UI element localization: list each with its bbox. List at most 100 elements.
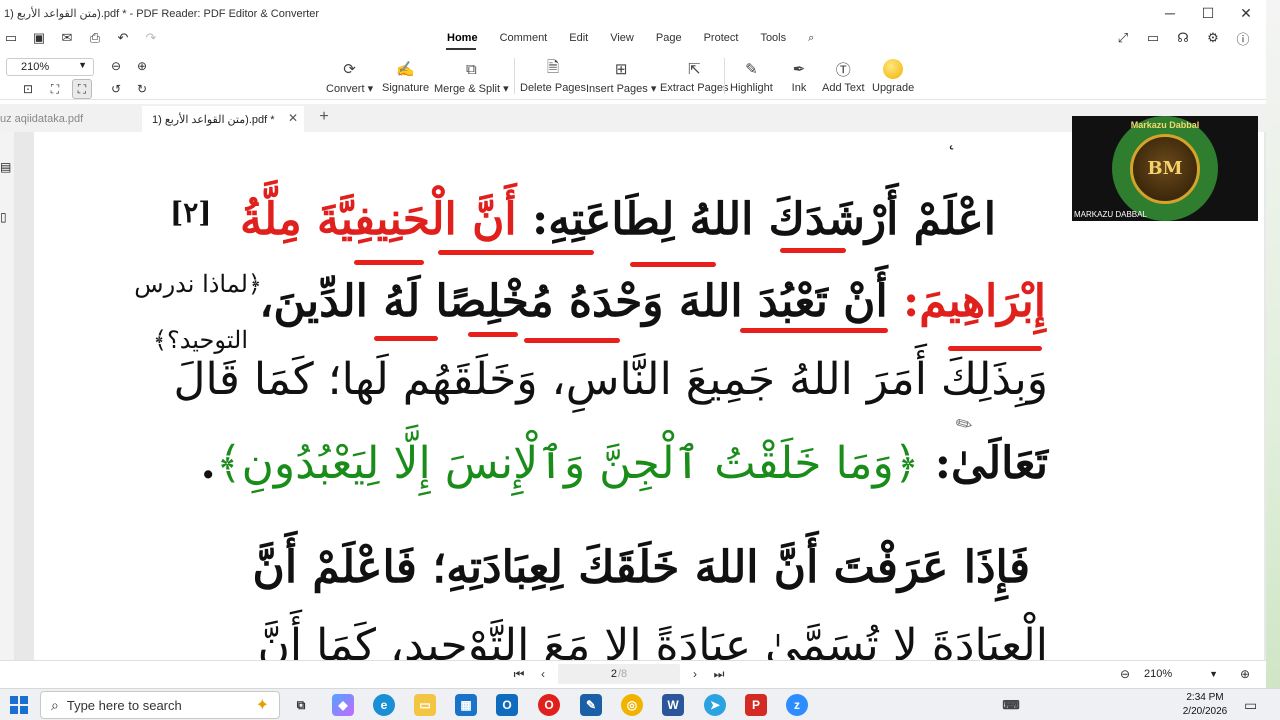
prev-page-icon[interactable]: ‹ (534, 665, 552, 683)
last-page-icon[interactable]: ⏭ (710, 665, 728, 683)
settings-icon[interactable]: ⚙ (1202, 27, 1224, 49)
pen-app-icon[interactable]: ✎ (580, 694, 602, 716)
page-number-field[interactable]: 2/8 (558, 664, 680, 684)
maximize-button[interactable]: ☐ (1188, 0, 1228, 26)
clock-time: 2:34 PM (1186, 692, 1224, 703)
rotate-left-icon[interactable]: ↺ (106, 79, 126, 99)
zoom-out-icon[interactable]: ⊖ (1116, 665, 1134, 683)
line2-black: أَنْ تَعْبُدَ اللهَ وَحْدَهُ مُخْلِصًا ل… (259, 276, 888, 327)
fit-width-icon[interactable]: ⛶ (72, 79, 92, 99)
signature-button[interactable]: ✍ Signature (382, 58, 429, 98)
highlighter-icon: ✎ (745, 61, 758, 78)
redo-icon[interactable]: ↷ (140, 27, 162, 49)
outlook-icon[interactable]: O (496, 694, 518, 716)
opera-icon[interactable]: O (538, 694, 560, 716)
tab-view[interactable]: View (599, 26, 645, 50)
tab-page[interactable]: Page (645, 26, 693, 50)
keyboard-icon[interactable]: ⌨ (1000, 694, 1022, 716)
minimize-button[interactable]: ─ (1150, 0, 1190, 26)
zoom-out-icon[interactable]: ⊖ (106, 56, 126, 76)
side-panel: ▤ ▯ (0, 132, 14, 660)
fullscreen-icon[interactable]: ⤢ (1112, 27, 1134, 49)
line4-end: . (200, 438, 216, 489)
zoom-value-bottom: 210% (1144, 668, 1173, 680)
chevron-down-icon: ▼ (1209, 669, 1218, 679)
document-tab-inactive[interactable]: uz aqiidataka.pdf (0, 106, 140, 132)
underline-mark (630, 262, 716, 267)
windows-taskbar: ⌕ Type here to search ✦ ⧉ ◆ e ▭ ▦ O O ✎ … (0, 688, 1280, 720)
actual-size-icon[interactable]: ⊡ (18, 79, 38, 99)
windows-start-icon[interactable] (10, 696, 28, 714)
search-icon[interactable]: ⌕ (797, 26, 825, 50)
tab-tools[interactable]: Tools (749, 26, 797, 50)
next-page-icon[interactable]: › (686, 665, 704, 683)
save-icon[interactable]: ▣ (28, 27, 50, 49)
side-note-line1: ﴿لماذا ندرس (134, 270, 262, 298)
document-tab-active[interactable]: 1) متن القواعد الأربع).pdf * ✕ (142, 106, 304, 132)
desktop-edge (1266, 0, 1280, 688)
merge-split-button[interactable]: ⧉ Merge & Split ▾ (434, 58, 509, 98)
tab-edit[interactable]: Edit (558, 26, 599, 50)
pdf-reader-icon[interactable]: P (745, 694, 767, 716)
coin-icon (883, 59, 904, 79)
sparkle-icon: ✦ (255, 697, 269, 714)
convert-button[interactable]: ⟳ Convert ▾ (326, 58, 373, 98)
insert-pages-button[interactable]: ⊞ Insert Pages ▾ (586, 58, 656, 98)
tab-home[interactable]: Home (436, 26, 489, 50)
upgrade-button[interactable]: Upgrade (872, 58, 914, 98)
zoom-app-icon[interactable]: z (786, 694, 808, 716)
line1-black: اعْلَمْ أَرْشَدَكَ اللهُ لِطَاعَتِهِ: (531, 194, 996, 245)
text-line-5: فَإِذَا عَرَفْتَ أَنَّ اللهَ خَلَقَكَ لِ… (252, 542, 1031, 593)
support-icon[interactable]: ☊ (1172, 27, 1194, 49)
new-tab-button[interactable]: + (314, 107, 334, 127)
word-icon[interactable]: W (662, 694, 684, 716)
window-icon[interactable]: ▭ (1142, 27, 1164, 49)
taskbar-search[interactable]: ⌕ Type here to search ✦ (40, 691, 280, 719)
info-icon[interactable]: ⓘ (1232, 27, 1254, 49)
open-folder-icon[interactable]: ▭ (0, 27, 22, 49)
close-button[interactable]: ✕ (1226, 0, 1266, 26)
extract-pages-label: Extract Pages (660, 82, 729, 94)
fit-page-icon[interactable]: ⛶ (45, 79, 65, 99)
store-icon[interactable]: ▦ (455, 694, 477, 716)
zoom-in-icon[interactable]: ⊕ (1236, 665, 1254, 683)
telegram-icon[interactable]: ➤ (704, 694, 726, 716)
highlight-button[interactable]: ✎ Highlight (730, 58, 773, 98)
close-tab-icon[interactable]: ✕ (288, 111, 298, 125)
search-placeholder: Type here to search (66, 697, 182, 713)
edge-browser-icon[interactable]: e (373, 694, 395, 716)
underline-mark (740, 328, 888, 333)
file-explorer-icon[interactable]: ▭ (414, 694, 436, 716)
ink-button[interactable]: ✒ Ink (788, 58, 810, 98)
search-icon: ⌕ (51, 696, 59, 713)
rotate-right-icon[interactable]: ↻ (132, 79, 152, 99)
undo-icon[interactable]: ↶ (112, 27, 134, 49)
email-icon[interactable]: ✉ (56, 27, 78, 49)
thumbnail-panel-icon[interactable]: ▯ (0, 210, 7, 224)
ribbon-divider (514, 58, 515, 94)
browser-icon[interactable]: ◎ (621, 694, 643, 716)
system-clock[interactable]: 2:34 PM 2/20/2026 (1176, 691, 1234, 719)
task-view-icon[interactable]: ⧉ (290, 694, 312, 716)
delete-pages-button[interactable]: 🗎 Delete Pages (520, 58, 586, 98)
underline-mark (780, 248, 846, 253)
add-text-button[interactable]: Ⓣ Add Text (822, 58, 865, 98)
zoom-select[interactable]: 210% ▼ (6, 58, 94, 76)
first-page-icon[interactable]: ⏮ (510, 665, 528, 683)
tab-protect[interactable]: Protect (693, 26, 750, 50)
logo-emblem: Markazu Dabbal BM (1112, 116, 1218, 221)
line2-red: إِبْرَاهِيمَ: (903, 276, 1046, 327)
notification-icon[interactable]: ▭ (1244, 697, 1257, 714)
pen-icon: ✒ (792, 61, 806, 78)
pen-cursor-icon: ✎ (951, 411, 978, 439)
zoom-select-bottom[interactable]: 210% ▼ (1140, 665, 1228, 683)
tab-comment[interactable]: Comment (489, 26, 559, 50)
logo-caption: MARKAZU DABBAL (1074, 210, 1147, 219)
signature-label: Signature (382, 82, 430, 94)
extract-pages-button[interactable]: ⇱ Extract Pages (660, 58, 728, 98)
bookmark-panel-icon[interactable]: ▤ (0, 160, 11, 174)
copilot-icon[interactable]: ◆ (332, 694, 354, 716)
print-icon[interactable]: ⎙ (84, 27, 106, 49)
zoom-in-icon[interactable]: ⊕ (132, 56, 152, 76)
delete-pages-label: Delete Pages (520, 82, 587, 94)
